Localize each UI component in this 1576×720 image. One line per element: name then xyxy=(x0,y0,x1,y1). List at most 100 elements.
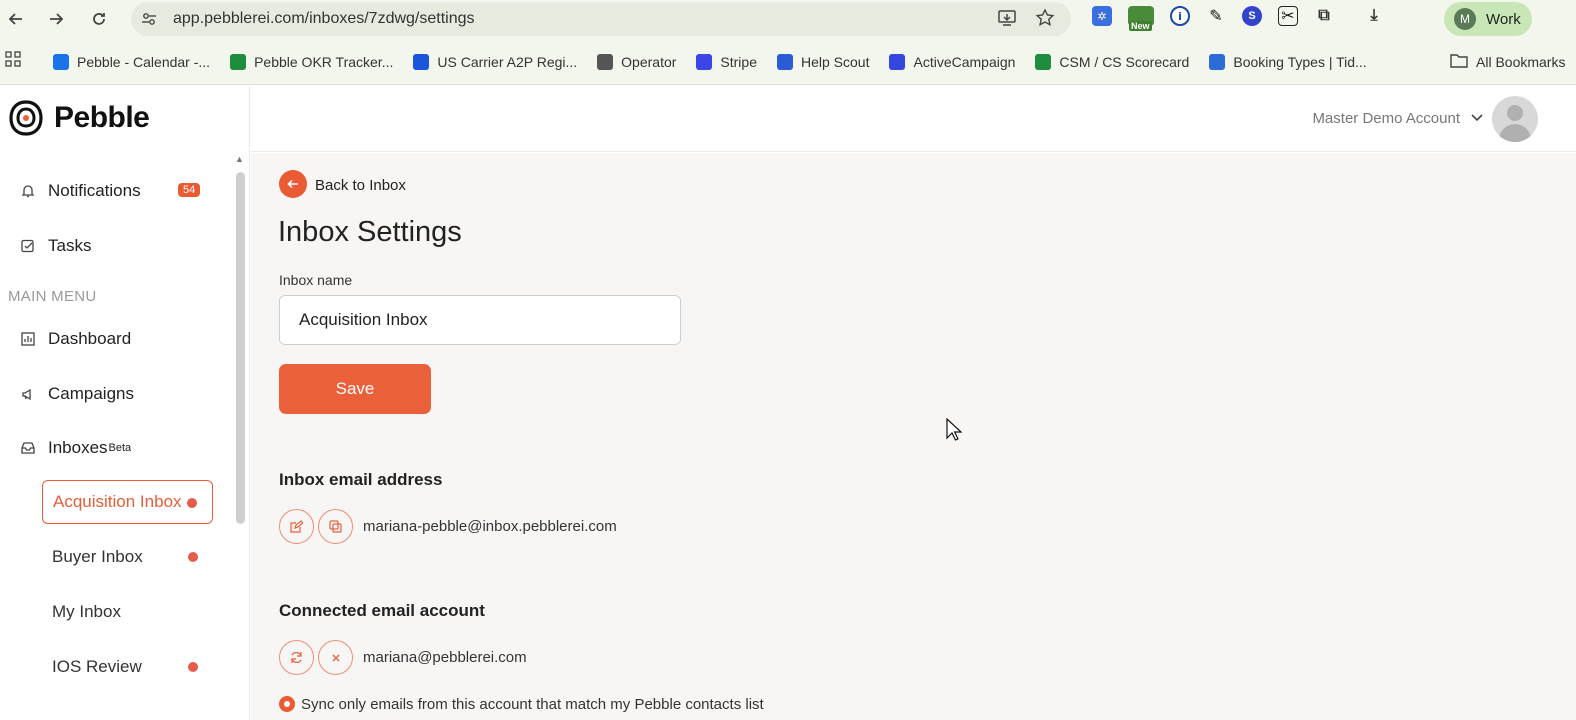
puzzle-extensions-icon[interactable]: ⧉ xyxy=(1314,6,1334,26)
bell-icon xyxy=(20,183,36,199)
sidebar: Pebble ▲ Notifications 54 Tasks MAIN MEN… xyxy=(0,86,250,720)
sidebar-item-inboxes[interactable]: Inboxes Beta xyxy=(20,438,131,458)
bookmark-item[interactable]: Pebble OKR Tracker... xyxy=(230,53,394,70)
bookmark-item[interactable]: Help Scout xyxy=(777,53,870,70)
extension-new-icon[interactable]: New xyxy=(1128,6,1154,31)
beta-label: Beta xyxy=(108,442,132,454)
bookmark-favicon-icon xyxy=(696,53,713,70)
unread-dot xyxy=(188,662,198,672)
sync-contacts-radio[interactable] xyxy=(279,696,295,712)
inbox-item-my-inbox[interactable]: My Inbox xyxy=(42,590,213,634)
dashboard-label: Dashboard xyxy=(48,329,132,348)
forward-arrow-icon[interactable] xyxy=(42,5,70,33)
install-app-icon[interactable] xyxy=(997,8,1017,33)
inbox-item-acquisition[interactable]: Acquisition Inbox xyxy=(42,480,213,524)
scissors-icon[interactable]: ✂ xyxy=(1278,6,1298,26)
address-bar[interactable]: app.pebblerei.com/inboxes/7zdwg/settings xyxy=(131,2,1071,36)
bookmark-item[interactable]: ActiveCampaign xyxy=(889,53,1016,70)
app-header: Master Demo Account xyxy=(251,86,1576,152)
sidebar-item-notifications[interactable]: Notifications xyxy=(20,181,141,201)
copy-icon xyxy=(329,520,342,533)
copy-email-button[interactable] xyxy=(318,509,353,544)
bookmark-label: Stripe xyxy=(720,53,757,70)
bookmark-favicon-icon xyxy=(1209,53,1226,70)
reload-icon[interactable] xyxy=(85,5,113,33)
all-bookmarks-label: All Bookmarks xyxy=(1476,53,1566,70)
connected-account-title: Connected email account xyxy=(279,601,485,620)
bookmark-favicon-icon xyxy=(53,53,69,70)
bookmark-star-icon[interactable] xyxy=(1035,8,1055,33)
mouse-cursor-icon xyxy=(946,418,962,441)
profile-name: Work xyxy=(1486,10,1521,28)
bookmark-label: CSM / CS Scorecard xyxy=(1059,53,1190,70)
bookmark-item[interactable]: CSM / CS Scorecard xyxy=(1035,53,1190,70)
bookmark-label: Help Scout xyxy=(801,53,870,70)
inbox-item-ios-review[interactable]: IOS Review xyxy=(42,645,213,689)
sidebar-scrollbar[interactable] xyxy=(236,172,245,524)
close-icon xyxy=(332,654,339,661)
url-text: app.pebblerei.com/inboxes/7zdwg/settings xyxy=(173,10,475,27)
inbox-item-label: Buyer Inbox xyxy=(52,547,143,566)
eyedropper-icon[interactable]: ✎ xyxy=(1206,6,1226,26)
megaphone-icon xyxy=(20,386,36,402)
inboxes-label: Inboxes xyxy=(48,438,108,457)
resync-button[interactable] xyxy=(279,640,314,675)
save-button[interactable]: Save xyxy=(279,364,431,414)
inbox-item-label: IOS Review xyxy=(52,657,142,676)
back-to-inbox-link[interactable]: Back to Inbox xyxy=(315,177,406,194)
left-arrow-icon xyxy=(287,179,298,189)
scroll-up-arrow[interactable]: ▲ xyxy=(235,154,244,164)
user-avatar[interactable] xyxy=(1492,96,1538,142)
profile-button[interactable]: M Work xyxy=(1444,2,1532,36)
browser-toolbar: app.pebblerei.com/inboxes/7zdwg/settings… xyxy=(0,0,1576,39)
extension-s-icon[interactable]: S xyxy=(1242,6,1262,26)
inbox-icon xyxy=(20,440,36,456)
password-manager-icon[interactable]: ⅰ xyxy=(1170,6,1190,26)
account-switcher[interactable]: Master Demo Account xyxy=(1312,110,1484,127)
extension-new-badge: New xyxy=(1129,21,1152,31)
bookmark-favicon-icon xyxy=(597,53,614,70)
inbox-item-buyer[interactable]: Buyer Inbox xyxy=(42,535,213,579)
sync-contacts-label[interactable]: Sync only emails from this account that … xyxy=(301,696,764,713)
inbox-item-label: Acquisition Inbox xyxy=(53,492,182,511)
bookmark-item[interactable]: US Carrier A2P Regi... xyxy=(413,53,578,70)
inbox-email-title: Inbox email address xyxy=(279,470,443,489)
main-menu-label: MAIN MENU xyxy=(8,288,97,305)
disconnect-button[interactable] xyxy=(318,640,353,675)
apps-grid-icon[interactable] xyxy=(5,51,21,72)
bookmark-label: ActiveCampaign xyxy=(913,53,1016,70)
notifications-count-badge: 54 xyxy=(178,183,201,197)
avatar-body-shape xyxy=(1499,124,1531,142)
extension-gear-icon[interactable]: ✲ xyxy=(1092,6,1112,26)
unread-dot xyxy=(187,498,197,508)
inbox-name-input[interactable] xyxy=(279,295,681,345)
sidebar-item-tasks[interactable]: Tasks xyxy=(20,236,91,256)
bookmark-label: US Carrier A2P Regi... xyxy=(437,53,578,70)
inbox-item-label: My Inbox xyxy=(52,602,121,621)
bookmark-item[interactable]: Operator xyxy=(597,53,676,70)
download-icon[interactable]: ⤓ xyxy=(1364,6,1384,26)
bookmark-item[interactable]: Pebble - Calendar -... xyxy=(53,53,210,70)
bookmark-item[interactable]: Booking Types | Tid... xyxy=(1209,53,1367,70)
logo[interactable]: Pebble xyxy=(8,100,150,136)
site-settings-icon[interactable] xyxy=(141,11,157,32)
sidebar-item-campaigns[interactable]: Campaigns xyxy=(20,384,134,404)
checkbox-icon xyxy=(20,238,36,254)
bookmark-label: Booking Types | Tid... xyxy=(1233,53,1367,70)
bookmark-label: Pebble OKR Tracker... xyxy=(254,53,394,70)
connected-email: mariana@pebblerei.com xyxy=(363,649,527,666)
notifications-label: Notifications xyxy=(48,181,141,200)
bookmark-favicon-icon xyxy=(230,53,247,70)
bookmarks-bar: Pebble - Calendar -... Pebble OKR Tracker… xyxy=(0,39,1576,85)
edit-email-button[interactable] xyxy=(279,509,314,544)
back-arrow-icon[interactable] xyxy=(2,5,30,33)
profile-avatar: M xyxy=(1454,8,1476,30)
sidebar-item-dashboard[interactable]: Dashboard xyxy=(20,329,131,349)
inbox-name-label: Inbox name xyxy=(279,272,353,288)
refresh-icon xyxy=(291,652,302,663)
all-bookmarks[interactable]: All Bookmarks xyxy=(1450,53,1565,71)
bookmark-favicon-icon xyxy=(777,53,793,70)
back-arrow-button[interactable] xyxy=(279,170,307,198)
chevron-down-icon xyxy=(1470,112,1484,126)
bookmark-item[interactable]: Stripe xyxy=(696,53,757,70)
